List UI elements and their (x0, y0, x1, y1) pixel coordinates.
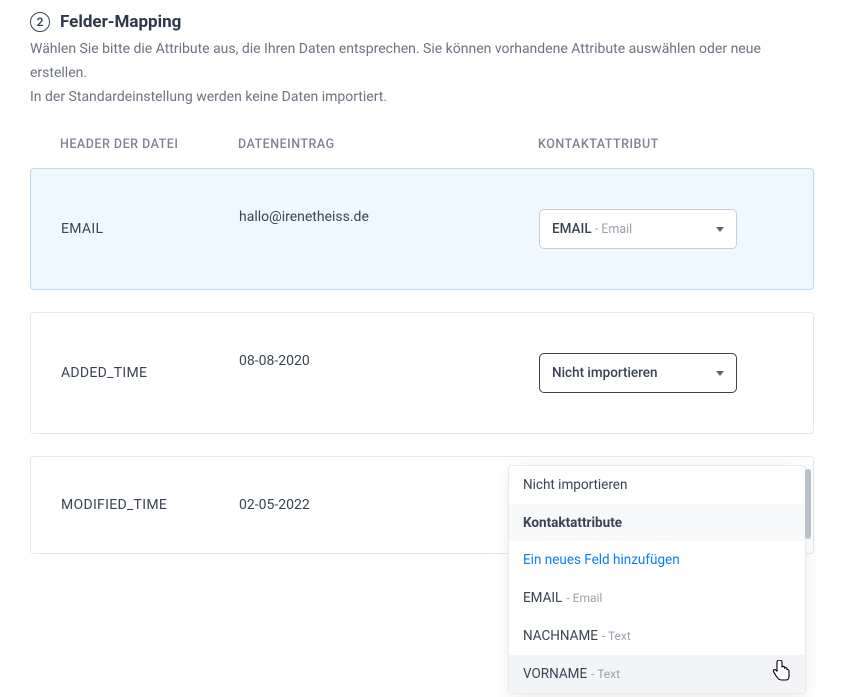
attribute-dropdown: Nicht importieren Kontaktattribute Ein n… (508, 465, 806, 694)
select-value: EMAIL (552, 221, 592, 237)
dropdown-option-nachname[interactable]: NACHNAME - Text (509, 617, 805, 655)
column-headers-row: HEADER DER DATEI DATENEINTRAG KONTAKTATT… (30, 137, 814, 168)
row-header-label: ADDED_TIME (61, 365, 239, 381)
dropdown-option-sub: - Email (566, 591, 602, 605)
chevron-down-icon (716, 371, 724, 376)
attribute-select-email[interactable]: EMAIL - Email (539, 209, 737, 249)
step-number-badge: 2 (30, 12, 50, 32)
desc-line-1: Wählen Sie bitte die Attribute aus, die … (30, 41, 761, 81)
dropdown-option-no-import[interactable]: Nicht importieren (509, 466, 805, 504)
section-header: 2 Felder-Mapping (30, 12, 814, 32)
dropdown-option-sub: - Text (591, 667, 620, 681)
column-header-data: DATENEINTRAG (238, 137, 538, 152)
dropdown-link-new-field[interactable]: Ein neues Feld hinzufügen (509, 541, 805, 579)
dropdown-option-label: NACHNAME (523, 628, 598, 644)
dropdown-link-label: Ein neues Feld hinzufügen (523, 552, 680, 568)
dropdown-option-label: Nicht importieren (523, 477, 627, 493)
row-data-value: hallo@irenetheiss.de (239, 209, 539, 225)
dropdown-group-label: Kontaktattribute (509, 504, 805, 541)
row-data-value: 02-05-2022 (239, 497, 539, 513)
mapping-row-added-time: ADDED_TIME 08-08-2020 Nicht importieren (30, 312, 814, 434)
dropdown-option-email[interactable]: EMAIL - Email (509, 579, 805, 617)
pointer-cursor-icon (771, 660, 791, 682)
mapping-row-email: EMAIL hallo@irenetheiss.de EMAIL - Email (30, 168, 814, 290)
dropdown-option-label: VORNAME (523, 666, 587, 682)
select-subvalue: - Email (592, 222, 633, 237)
dropdown-option-label: EMAIL (523, 590, 562, 606)
attribute-select-added-time[interactable]: Nicht importieren (539, 353, 737, 393)
chevron-down-icon (716, 227, 724, 232)
column-header-attribute: KONTAKTATTRIBUT (538, 137, 784, 152)
row-header-label: MODIFIED_TIME (61, 497, 239, 513)
dropdown-option-sub: - Text (602, 629, 631, 643)
dropdown-option-vorname[interactable]: VORNAME - Text (509, 655, 805, 693)
section-title: Felder-Mapping (60, 12, 181, 32)
row-header-label: EMAIL (61, 221, 239, 237)
row-data-value: 08-08-2020 (239, 353, 539, 369)
select-value: Nicht importieren (552, 365, 658, 381)
section-description: Wählen Sie bitte die Attribute aus, die … (30, 38, 814, 109)
desc-line-2: In der Standardeinstellung werden keine … (30, 89, 387, 105)
column-header-file: HEADER DER DATEI (60, 137, 238, 152)
